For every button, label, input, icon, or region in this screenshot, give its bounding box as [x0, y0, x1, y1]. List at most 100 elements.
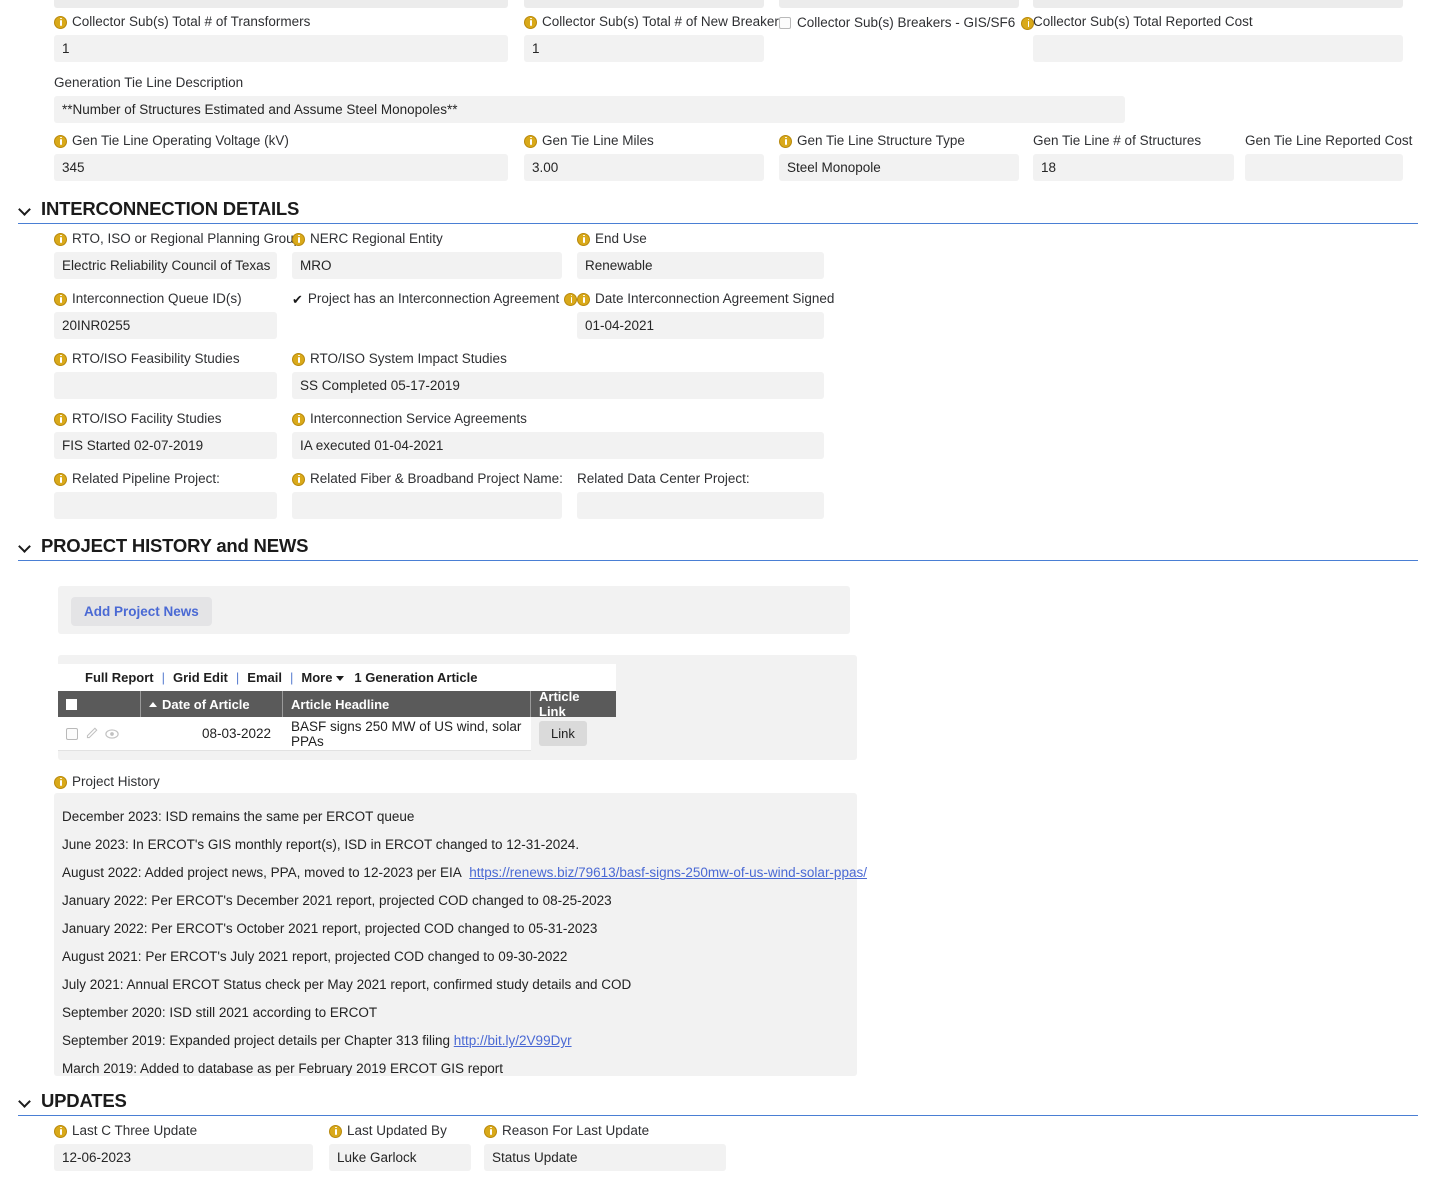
info-icon[interactable]: [524, 134, 537, 148]
gen-tie-reported-cost-input[interactable]: [1245, 154, 1403, 181]
field-rto-iso-system-impact-studies: RTO/ISO System Impact Studies SS Complet…: [292, 351, 824, 399]
add-project-news-panel: Add Project News: [58, 586, 850, 634]
info-icon[interactable]: [54, 775, 67, 789]
info-icon[interactable]: [54, 412, 67, 426]
table-row[interactable]: 08-03-2022 BASF signs 250 MW of US wind,…: [58, 716, 616, 751]
last-updated-by-input[interactable]: Luke Garlock: [329, 1144, 471, 1171]
chevron-down-icon[interactable]: [18, 202, 32, 216]
grid-edit-link[interactable]: Grid Edit: [173, 670, 228, 685]
collector-new-breakers-input[interactable]: 1: [524, 35, 764, 62]
interconnection-agreement-checkbox[interactable]: ✔: [292, 293, 303, 306]
info-icon[interactable]: [54, 15, 67, 29]
end-use-input[interactable]: Renewable: [577, 252, 824, 279]
gen-tie-structure-type-input[interactable]: Steel Monopole: [779, 154, 1019, 181]
field-collector-transformers: Collector Sub(s) Total # of Transformers…: [54, 14, 508, 62]
chevron-down-icon[interactable]: [18, 539, 32, 553]
label-text: Collector Sub(s) Total # of New Breakers: [542, 14, 786, 29]
label-text: Collector Sub(s) Total Reported Cost: [1033, 14, 1253, 29]
field-label: End Use: [577, 231, 824, 247]
checkbox-row: ✔ Project has an Interconnection Agreeme…: [292, 291, 578, 307]
cutoff-field-4: [1033, 0, 1403, 8]
full-report-link[interactable]: Full Report: [85, 670, 154, 685]
rto-iso-facility-studies-input[interactable]: FIS Started 02-07-2019: [54, 432, 277, 459]
gen-tie-num-structures-input[interactable]: 18: [1033, 154, 1234, 181]
toolbar-separator: |: [235, 670, 240, 685]
field-interconnection-queue-ids: Interconnection Queue ID(s) 20INR0255: [54, 291, 277, 339]
info-icon[interactable]: [54, 352, 67, 366]
label-text: Collector Sub(s) Total # of Transformers: [72, 14, 311, 29]
info-icon[interactable]: [54, 472, 67, 486]
info-icon[interactable]: [292, 472, 305, 486]
field-rto-iso-planning-group: RTO, ISO or Regional Planning Group Elec…: [54, 231, 301, 279]
info-icon[interactable]: [292, 232, 305, 246]
info-icon[interactable]: [292, 412, 305, 426]
email-link[interactable]: Email: [247, 670, 282, 685]
last-c-three-update-input[interactable]: 12-06-2023: [54, 1144, 313, 1171]
field-label: Gen Tie Line Reported Cost: [1245, 133, 1412, 149]
article-link-button[interactable]: Link: [539, 721, 587, 746]
info-icon[interactable]: [779, 134, 792, 148]
more-label: More: [301, 670, 333, 685]
label-text: Gen Tie Line Miles: [542, 133, 654, 148]
select-all-checkbox[interactable]: [66, 698, 77, 710]
field-related-fiber-broadband-project: Related Fiber & Broadband Project Name:: [292, 471, 563, 519]
history-line: June 2023: In ERCOT's GIS monthly report…: [54, 831, 857, 859]
more-dropdown[interactable]: More: [301, 670, 345, 685]
date-interconnection-agreement-signed-input[interactable]: 01-04-2021: [577, 312, 824, 339]
info-icon[interactable]: [577, 232, 590, 246]
field-has-interconnection-agreement: ✔ Project has an Interconnection Agreeme…: [292, 291, 578, 307]
gen-tie-voltage-input[interactable]: 345: [54, 154, 508, 181]
info-icon[interactable]: [292, 352, 305, 366]
info-icon[interactable]: [577, 292, 590, 306]
section-header-project-history-news[interactable]: PROJECT HISTORY and NEWS: [18, 535, 1418, 561]
info-icon[interactable]: [564, 292, 578, 306]
related-pipeline-project-input[interactable]: [54, 492, 277, 519]
section-header-updates[interactable]: UPDATES: [18, 1090, 1418, 1116]
info-icon[interactable]: [54, 134, 67, 148]
related-fiber-broadband-project-input[interactable]: [292, 492, 562, 519]
related-data-center-project-input[interactable]: [577, 492, 824, 519]
collector-total-reported-cost-input[interactable]: [1033, 35, 1403, 62]
history-link[interactable]: https://renews.biz/79613/basf-signs-250m…: [469, 865, 867, 880]
column-header-date-of-article[interactable]: Date of Article: [141, 691, 283, 717]
collector-transformers-input[interactable]: 1: [54, 35, 508, 62]
field-label: Collector Sub(s) Total # of New Breakers: [524, 14, 786, 30]
section-header-interconnection-details[interactable]: INTERCONNECTION DETAILS: [18, 198, 1418, 224]
info-icon[interactable]: [54, 232, 67, 246]
generation-articles-table: Full Report | Grid Edit | Email | More 1…: [58, 664, 616, 751]
field-label: RTO/ISO Feasibility Studies: [54, 351, 277, 367]
field-label: RTO/ISO System Impact Studies: [292, 351, 824, 367]
info-icon[interactable]: [484, 1124, 497, 1138]
column-header-article-headline[interactable]: Article Headline: [283, 691, 531, 717]
info-icon[interactable]: [54, 1124, 67, 1138]
rto-iso-planning-group-input[interactable]: Electric Reliability Council of Texas: [54, 252, 277, 279]
label-text: Gen Tie Line # of Structures: [1033, 133, 1202, 148]
label-text: Related Data Center Project:: [577, 471, 750, 486]
select-all-column[interactable]: [58, 691, 141, 717]
column-header-article-link[interactable]: Article Link: [531, 689, 616, 719]
row-select-checkbox[interactable]: [66, 727, 78, 740]
history-text: July 2021: Annual ERCOT Status check per…: [62, 977, 632, 992]
info-icon[interactable]: [524, 15, 537, 29]
reason-for-last-update-input[interactable]: Status Update: [484, 1144, 726, 1171]
nerc-regional-entity-input[interactable]: MRO: [292, 252, 562, 279]
gen-tie-line-description-input[interactable]: **Number of Structures Estimated and Ass…: [54, 96, 1125, 123]
info-icon[interactable]: [329, 1124, 342, 1138]
label-text: Gen Tie Line Reported Cost: [1245, 133, 1413, 148]
history-link[interactable]: http://bit.ly/2V99Dyr: [454, 1033, 572, 1048]
collector-breakers-gis-checkbox[interactable]: [779, 17, 791, 29]
chevron-down-icon[interactable]: [18, 1094, 32, 1108]
history-text: March 2019: Added to database as per Feb…: [62, 1061, 503, 1076]
add-project-news-button[interactable]: Add Project News: [71, 597, 212, 626]
view-eye-icon[interactable]: [105, 727, 119, 741]
label-text: Gen Tie Line Structure Type: [797, 133, 965, 148]
info-icon[interactable]: [54, 292, 67, 306]
field-label: Gen Tie Line Miles: [524, 133, 764, 149]
gen-tie-miles-input[interactable]: 3.00: [524, 154, 764, 181]
interconnection-queue-ids-input[interactable]: 20INR0255: [54, 312, 277, 339]
rto-iso-system-impact-studies-input[interactable]: SS Completed 05-17-2019: [292, 372, 824, 399]
interconnection-service-agreements-input[interactable]: IA executed 01-04-2021: [292, 432, 824, 459]
project-history-textarea[interactable]: December 2023: ISD remains the same per …: [54, 793, 867, 1076]
edit-pencil-icon[interactable]: [85, 727, 98, 740]
rto-iso-feasibility-studies-input[interactable]: [54, 372, 277, 399]
